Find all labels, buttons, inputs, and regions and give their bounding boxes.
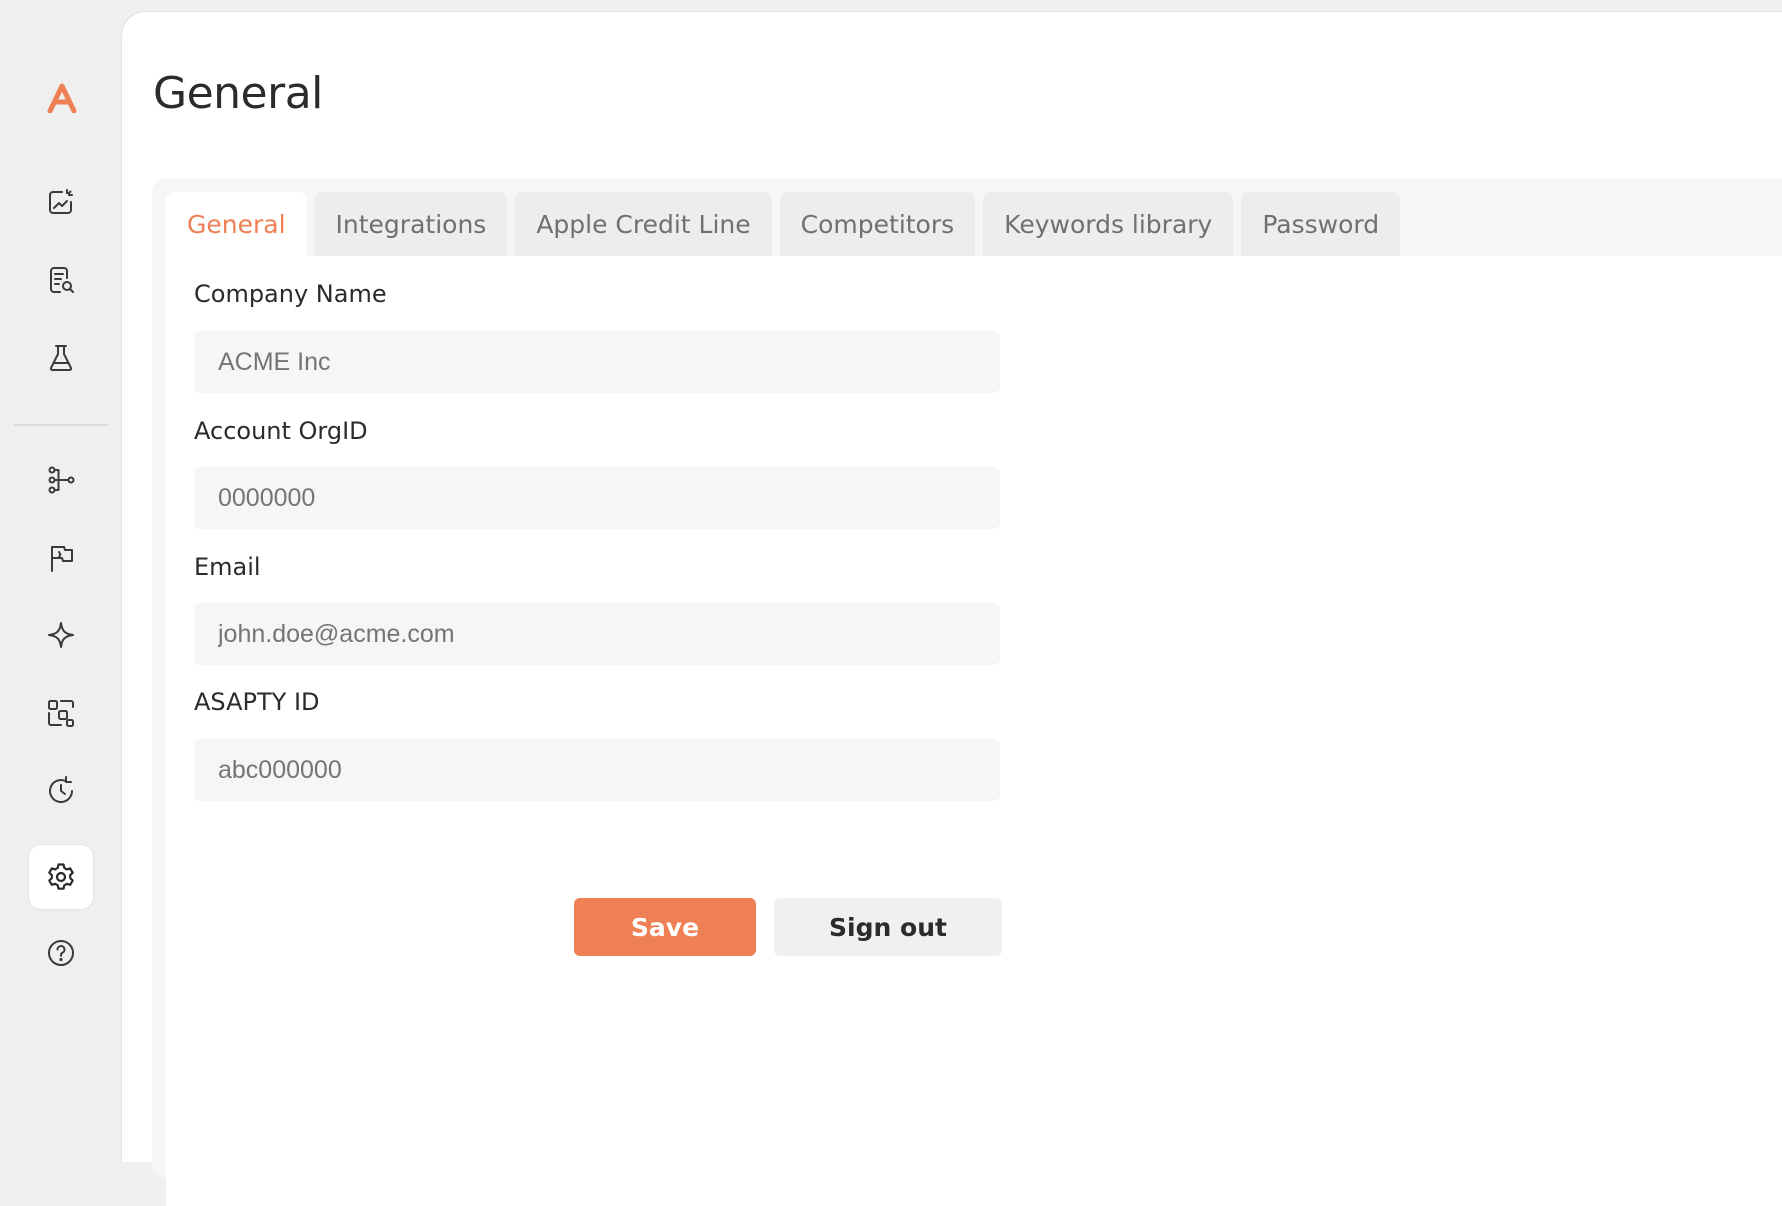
org-id-input[interactable] bbox=[194, 467, 1000, 529]
logo-icon bbox=[47, 83, 77, 113]
general-settings-panel: Company Name Account OrgID Email ASAPTY … bbox=[166, 256, 1782, 1206]
blocks-icon bbox=[48, 700, 74, 727]
nav-settings[interactable] bbox=[29, 845, 93, 909]
nav-dashboard[interactable] bbox=[29, 170, 93, 234]
document-search-icon bbox=[50, 267, 74, 293]
nav-integrations[interactable] bbox=[29, 681, 93, 745]
workflow-icon bbox=[48, 466, 75, 494]
help-circle-icon bbox=[48, 940, 74, 966]
app-logo[interactable] bbox=[40, 76, 84, 120]
tab-apple-credit-line[interactable]: Apple Credit Line bbox=[515, 192, 772, 256]
sidebar-divider bbox=[14, 424, 108, 426]
nav-reports[interactable] bbox=[29, 248, 93, 312]
nav-ai[interactable] bbox=[29, 603, 93, 667]
tab-password[interactable]: Password bbox=[1241, 192, 1401, 256]
nav-help[interactable] bbox=[29, 921, 93, 985]
sidebar bbox=[0, 0, 122, 1140]
email-label: Email bbox=[194, 553, 261, 581]
asapty-id-input[interactable] bbox=[194, 739, 1000, 801]
sign-out-button[interactable]: Sign out bbox=[774, 898, 1002, 956]
nav-experiments[interactable] bbox=[29, 326, 93, 390]
tab-integrations[interactable]: Integrations bbox=[314, 192, 508, 256]
save-button[interactable]: Save bbox=[574, 898, 756, 956]
chart-edit-icon bbox=[49, 189, 73, 214]
gear-icon bbox=[48, 863, 74, 890]
flask-icon bbox=[49, 345, 73, 371]
flag-icon bbox=[51, 546, 73, 572]
clock-history-icon bbox=[49, 776, 73, 803]
nav-history[interactable] bbox=[29, 759, 93, 823]
org-id-label: Account OrgID bbox=[194, 417, 368, 445]
tab-competitors[interactable]: Competitors bbox=[779, 192, 976, 256]
company-name-label: Company Name bbox=[194, 280, 387, 308]
email-input[interactable] bbox=[194, 603, 1000, 665]
tab-keywords-library[interactable]: Keywords library bbox=[983, 192, 1234, 256]
company-name-input[interactable] bbox=[194, 331, 1000, 393]
nav-automation[interactable] bbox=[29, 448, 93, 512]
asapty-id-label: ASAPTY ID bbox=[194, 688, 320, 716]
main-content: General General Integrations Apple Credi… bbox=[122, 12, 1782, 1206]
settings-card: General Integrations Apple Credit Line C… bbox=[152, 178, 1782, 1206]
tab-bar: General Integrations Apple Credit Line C… bbox=[166, 192, 1401, 256]
page-title: General bbox=[153, 68, 323, 119]
tab-general[interactable]: General bbox=[166, 192, 307, 256]
sparkle-icon bbox=[48, 622, 74, 648]
nav-campaigns[interactable] bbox=[29, 526, 93, 590]
